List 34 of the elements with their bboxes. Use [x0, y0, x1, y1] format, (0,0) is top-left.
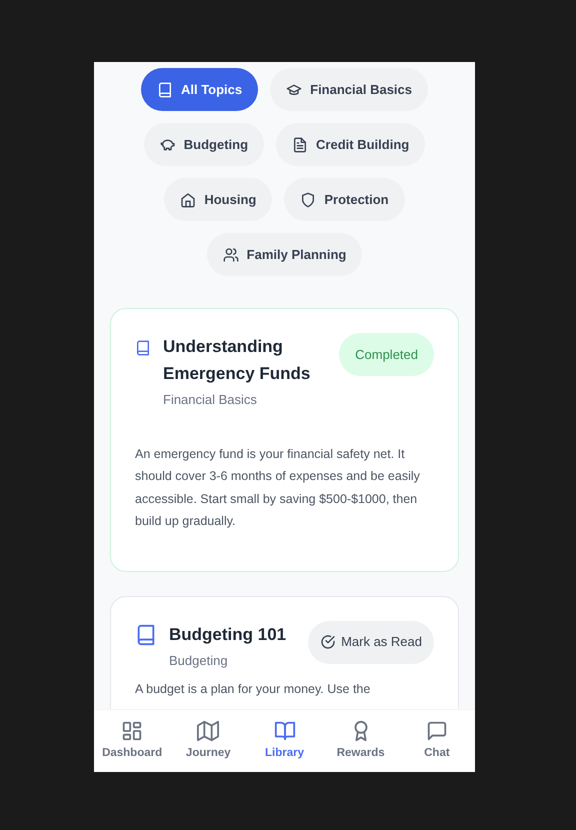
people-icon	[222, 246, 239, 262]
article-category: Financial Basics	[163, 391, 258, 409]
book-icon	[135, 340, 151, 356]
nav-tab[interactable]: Journey	[170, 710, 246, 772]
topic-chip[interactable]: Budgeting	[144, 123, 264, 166]
check-circle-icon	[320, 634, 336, 650]
topic-chip[interactable]: Family Planning	[206, 233, 362, 276]
topic-chip[interactable]: Credit Building	[276, 123, 426, 166]
nav-tab[interactable]: Dashboard	[94, 710, 170, 772]
document-icon	[292, 136, 308, 152]
grid-icon	[121, 720, 144, 742]
article-body: A budget is a plan for your money. Use the	[135, 681, 372, 698]
topic-chip[interactable]: Housing	[164, 178, 272, 221]
book-icon	[135, 624, 157, 646]
topic-chip[interactable]: Protection	[284, 178, 405, 221]
article-category: Budgeting	[169, 652, 229, 670]
nav-tab[interactable]: Library	[246, 710, 323, 772]
chat-bubble-icon	[426, 720, 448, 742]
open-book-icon	[274, 720, 296, 742]
nav-tab[interactable]: Rewards	[322, 710, 399, 772]
topic-chip[interactable]: All Topics	[140, 68, 258, 111]
book-icon	[156, 82, 173, 98]
nav-tab[interactable]: Chat	[398, 710, 475, 772]
shield-icon	[300, 192, 316, 208]
map-icon	[197, 720, 220, 742]
graduation-cap-icon	[286, 82, 302, 98]
article-body: An emergency fund is your financial safety net. It should cover 3-6 months of expenses and be easily accessible. Start small by saving $500-$1000, then build up gradually.	[135, 446, 421, 530]
article-title: Budgeting 101	[169, 624, 288, 646]
house-icon	[180, 192, 196, 208]
article-title: Understanding Emergency Funds	[163, 336, 312, 385]
topic-chip[interactable]: Financial Basics	[270, 68, 428, 111]
mark-as-read-button[interactable]: Mark as Read	[308, 620, 434, 664]
completed-badge: Completed	[339, 333, 434, 376]
piggy-bank-icon	[160, 136, 176, 152]
